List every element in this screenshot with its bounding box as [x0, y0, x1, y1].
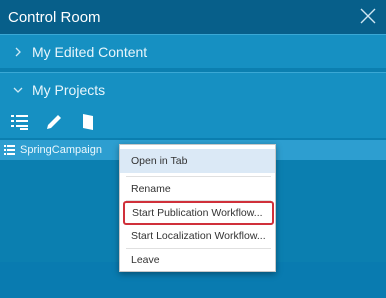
- section-label: My Projects: [32, 81, 106, 98]
- pencil-icon[interactable]: [44, 112, 64, 132]
- menu-item-open-in-tab[interactable]: Open in Tab: [120, 149, 275, 173]
- menu-item-label: Open in Tab: [131, 155, 188, 167]
- menu-item-rename[interactable]: Rename: [120, 178, 275, 200]
- menu-item-start-localization-workflow[interactable]: Start Localization Workflow...: [120, 226, 275, 246]
- menu-item-label: Rename: [131, 183, 171, 195]
- menu-item-label: Start Publication Workflow...: [132, 207, 263, 219]
- section-my-edited-content[interactable]: My Edited Content: [0, 34, 386, 68]
- project-label: SpringCampaign: [20, 144, 102, 156]
- control-room-panel: Control Room My Edited Content My Projec…: [0, 0, 386, 298]
- chevron-right-icon: [15, 47, 21, 56]
- projects-toolbar: [0, 106, 386, 138]
- menu-item-label: Leave: [131, 254, 160, 266]
- chevron-down-icon: [13, 87, 23, 93]
- list-icon: [4, 145, 15, 155]
- menu-item-label: Start Localization Workflow...: [131, 230, 266, 242]
- list-icon[interactable]: [10, 112, 30, 132]
- menu-divider: [126, 176, 271, 177]
- section-label: My Edited Content: [32, 43, 148, 60]
- window-title: Control Room: [8, 8, 101, 26]
- close-icon[interactable]: [358, 6, 378, 26]
- door-icon[interactable]: [78, 112, 98, 132]
- menu-item-leave[interactable]: Leave: [120, 250, 275, 270]
- menu-divider: [126, 248, 271, 249]
- menu-item-start-publication-workflow[interactable]: Start Publication Workflow...: [123, 201, 274, 225]
- section-my-projects[interactable]: My Projects: [0, 72, 386, 106]
- context-menu: Open in Tab Rename Start Publication Wor…: [119, 144, 276, 272]
- titlebar: Control Room: [0, 0, 386, 34]
